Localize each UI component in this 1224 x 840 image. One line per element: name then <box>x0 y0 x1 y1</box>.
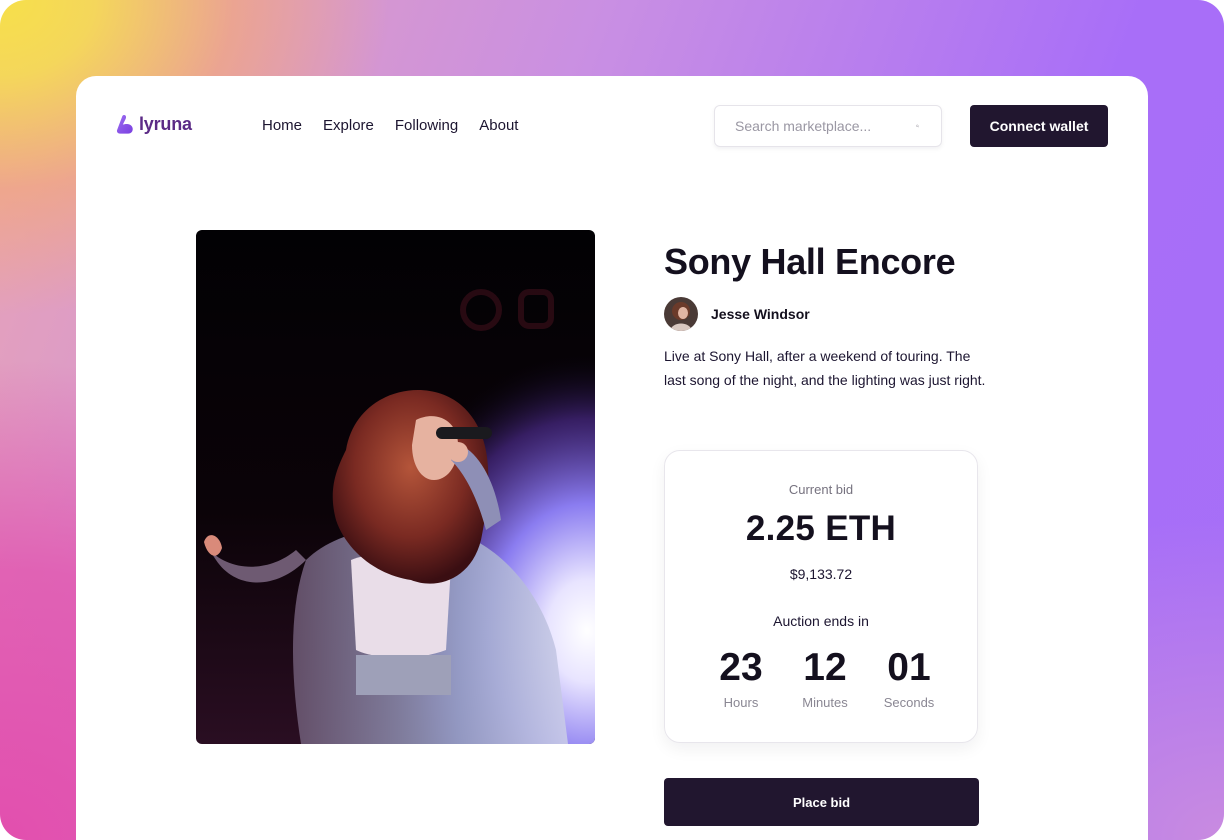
search-input[interactable] <box>735 118 916 134</box>
search-icon[interactable] <box>916 118 919 134</box>
countdown-seconds: 01 Seconds <box>873 645 945 710</box>
artwork-description: Live at Sony Hall, after a weekend of to… <box>664 348 986 388</box>
gradient-backdrop: lyruna Home Explore Following About Conn… <box>0 0 1224 840</box>
page-card: lyruna Home Explore Following About Conn… <box>76 76 1148 840</box>
countdown-value: 23 <box>719 646 763 689</box>
countdown-unit-label: Minutes <box>802 695 848 710</box>
artwork-image[interactable] <box>196 230 595 744</box>
auction-ends-label: Auction ends in <box>773 613 869 629</box>
brand-logo[interactable]: lyruna <box>116 112 192 136</box>
artwork-title: Sony Hall Encore <box>664 241 956 282</box>
nav-item-explore[interactable]: Explore <box>323 115 374 137</box>
search-box <box>714 105 942 147</box>
creator-avatar[interactable] <box>664 297 698 331</box>
countdown-minutes: 12 Minutes <box>789 645 861 710</box>
countdown-unit-label: Seconds <box>883 695 935 710</box>
place-bid-button[interactable]: Place bid <box>664 778 979 826</box>
auction-countdown: 23 Hours 12 Minutes 01 Seconds <box>705 645 945 710</box>
nav-item-about[interactable]: About <box>479 115 518 137</box>
concert-singer-photo <box>196 230 595 744</box>
bid-card: Current bid 2.25 ETH $9,133.72 Auction e… <box>664 450 978 743</box>
countdown-hours: 23 Hours <box>705 645 777 710</box>
lyruna-logo-icon <box>116 115 133 134</box>
nav-item-following[interactable]: Following <box>395 115 458 137</box>
countdown-value: 12 <box>803 646 847 689</box>
current-bid-label: Current bid <box>788 482 854 497</box>
creator-info[interactable]: Jesse Windsor <box>664 297 810 331</box>
connect-wallet-button[interactable]: Connect wallet <box>970 105 1108 147</box>
countdown-unit-label: Hours <box>723 695 759 710</box>
current-bid-amount: 2.25 ETH <box>745 509 897 548</box>
nav-item-home[interactable]: Home <box>262 115 302 137</box>
brand-name: lyruna <box>139 113 192 134</box>
main-nav: Home Explore Following About <box>262 115 539 137</box>
countdown-value: 01 <box>887 646 931 689</box>
current-bid-usd: $9,133.72 <box>789 566 853 582</box>
creator-name[interactable]: Jesse Windsor <box>711 306 810 322</box>
